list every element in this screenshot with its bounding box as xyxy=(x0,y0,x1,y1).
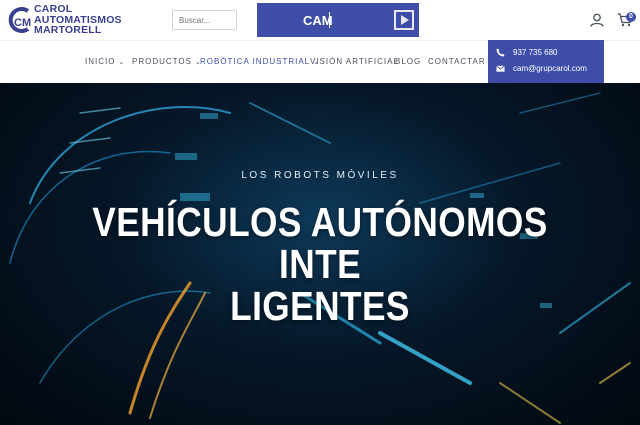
nav-item-blog[interactable]: BLOG xyxy=(395,57,421,66)
cam-banner[interactable]: CAM xyxy=(257,3,419,37)
cam-banner-cursor xyxy=(329,12,330,28)
hero-subtitle: LOS ROBOTS MÓVILES xyxy=(241,170,399,181)
nav-item-inicio[interactable]: INICIO ⌄ xyxy=(85,57,125,66)
contact-email[interactable]: cam@grupcarol.com xyxy=(496,64,587,73)
envelope-icon xyxy=(496,65,505,72)
logo-text: CAROL AUTOMATISMOS MARTORELL xyxy=(34,4,122,36)
user-icon[interactable] xyxy=(590,13,604,27)
logo-line-1: CAROL xyxy=(34,3,73,15)
contact-box: 937 735 680 cam@grupcarol.com xyxy=(488,40,604,83)
chevron-down-icon: ⌄ xyxy=(118,59,126,66)
nav-item-label: CONTACTAR xyxy=(428,57,486,66)
cart-count-badge: 0 xyxy=(626,12,636,22)
top-header: CM CAROL AUTOMATISMOS MARTORELL CAM 0 xyxy=(0,0,640,40)
contact-phone[interactable]: 937 735 680 xyxy=(496,48,558,57)
nav-item-productos[interactable]: PRODUCTOS ⌄ xyxy=(132,57,202,66)
svg-text:CM: CM xyxy=(14,17,31,29)
nav-item-label: VISIÓN ARTIFICIAL xyxy=(310,57,399,66)
logo-monogram-icon: CM xyxy=(8,7,31,33)
nav-item-label: ROBÓTICA INDUSTRIAL xyxy=(200,57,311,66)
phone-icon xyxy=(496,48,505,57)
search-input[interactable] xyxy=(172,10,237,30)
hero-title-line-1: VEHÍCULOS AUTÓNOMOS INTE xyxy=(92,199,548,287)
nav-item-vision-artificial[interactable]: VISIÓN ARTIFICIAL xyxy=(310,57,399,66)
brand-logo[interactable]: CM CAROL AUTOMATISMOS MARTORELL xyxy=(6,4,128,36)
nav-item-robotica-industrial[interactable]: ROBÓTICA INDUSTRIAL ⌄ xyxy=(200,57,320,66)
nav-item-label: BLOG xyxy=(395,57,422,66)
play-icon[interactable] xyxy=(394,10,414,30)
hero-title-line-2: LIGENTES xyxy=(230,283,410,329)
hero-banner: LOS ROBOTS MÓVILES VEHÍCULOS AUTÓNOMOS I… xyxy=(0,83,640,425)
email-address: cam@grupcarol.com xyxy=(513,64,587,73)
logo-line-3: MARTORELL xyxy=(34,24,102,36)
phone-number: 937 735 680 xyxy=(513,48,558,57)
nav-item-label: PRODUCTOS xyxy=(132,57,192,66)
nav-item-label: INICIO xyxy=(85,57,116,66)
nav-item-contactar[interactable]: CONTACTAR xyxy=(428,57,486,66)
hero-title: VEHÍCULOS AUTÓNOMOS INTE LIGENTES xyxy=(79,201,561,327)
